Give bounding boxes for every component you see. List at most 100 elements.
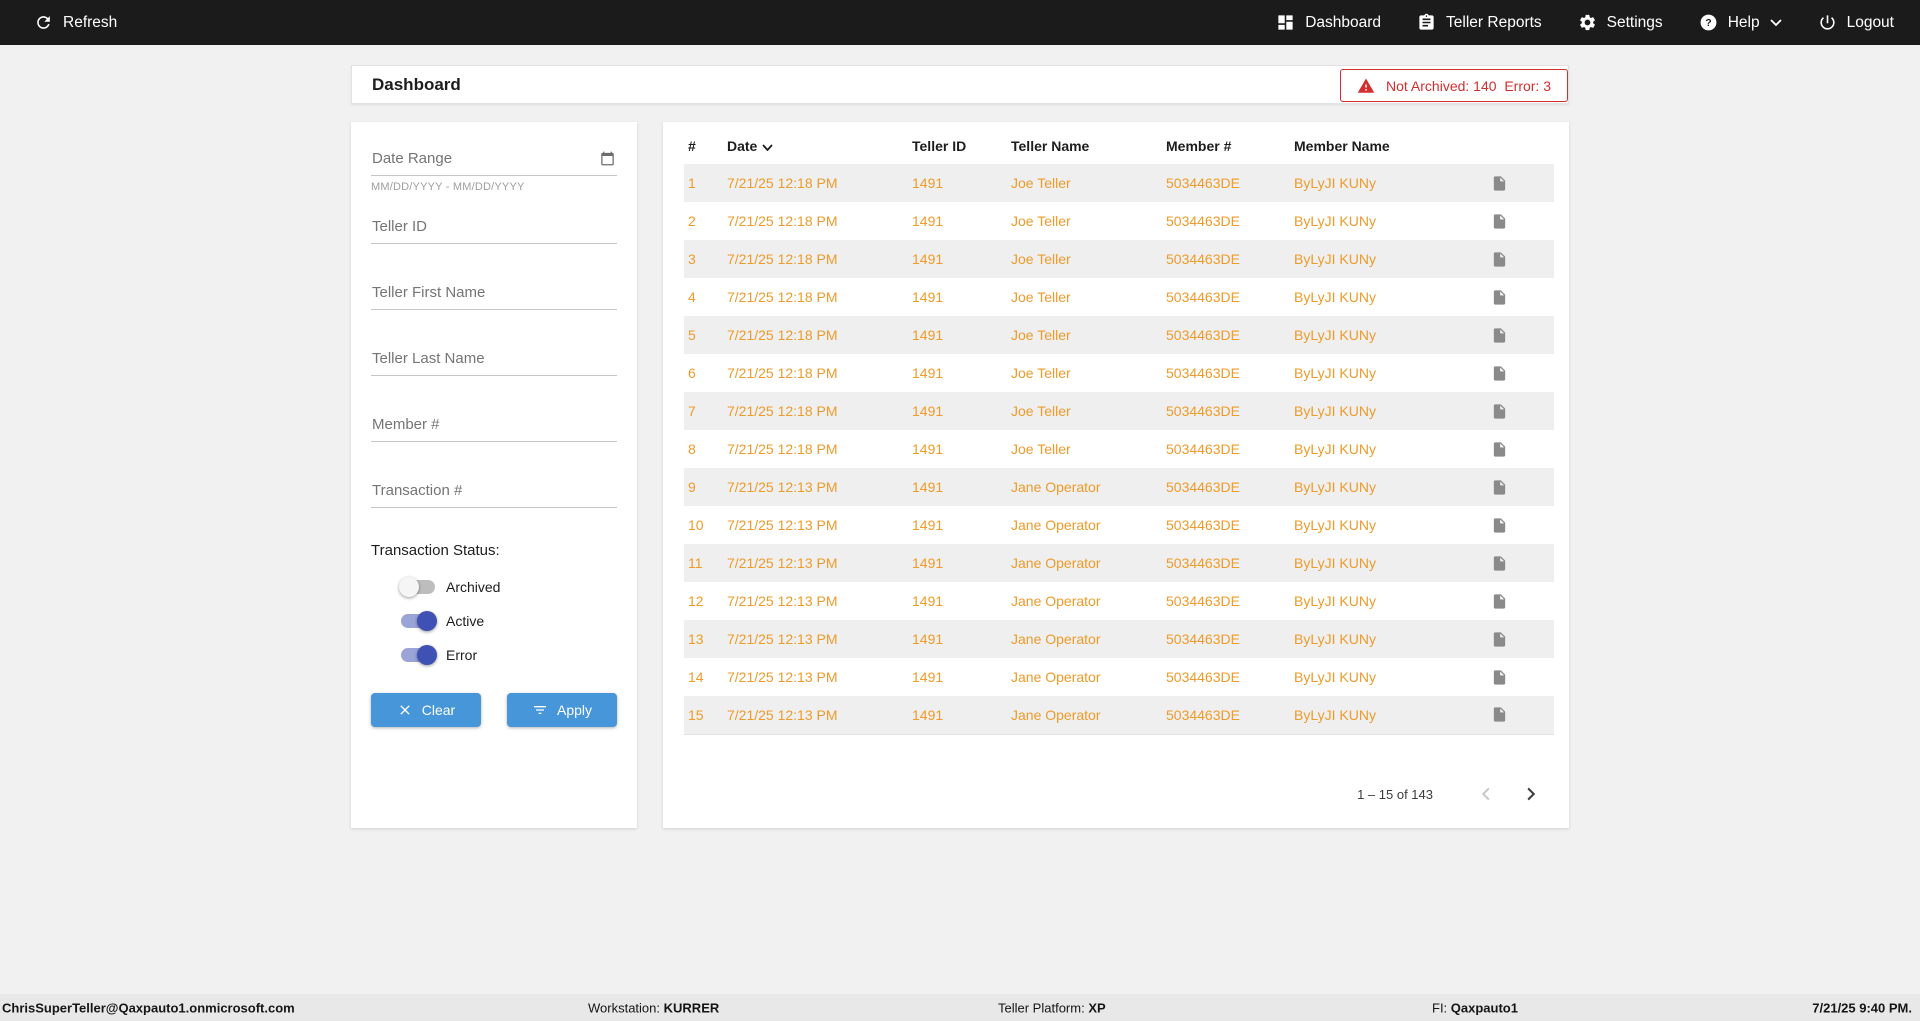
clear-button[interactable]: Clear (371, 693, 481, 727)
table-row[interactable]: 47/21/25 12:18 PM1491Joe Teller5034463DE… (684, 278, 1554, 316)
note-icon[interactable] (1491, 517, 1508, 534)
table-row[interactable]: 57/21/25 12:18 PM1491Joe Teller5034463DE… (684, 316, 1554, 354)
transactions-table-body: 17/21/25 12:18 PM1491Joe Teller5034463DE… (684, 164, 1554, 734)
note-icon[interactable] (1491, 289, 1508, 306)
note-icon[interactable] (1491, 403, 1508, 420)
cell-note (1489, 392, 1554, 430)
cell-member-name: ByLyJI KUNy (1290, 278, 1489, 316)
cell-teller-name: Jane Operator (1007, 544, 1162, 582)
cell-member-num: 5034463DE (1162, 354, 1290, 392)
nav-help-label: Help (1728, 14, 1760, 32)
note-icon[interactable] (1491, 175, 1508, 192)
table-row[interactable]: 27/21/25 12:18 PM1491Joe Teller5034463DE… (684, 202, 1554, 240)
cell-member-name: ByLyJI KUNy (1290, 544, 1489, 582)
calendar-icon[interactable] (600, 151, 615, 166)
note-icon[interactable] (1491, 441, 1508, 458)
toggle-row-archived: Archived (371, 577, 617, 597)
cell-member-name: ByLyJI KUNy (1290, 506, 1489, 544)
table-row[interactable]: 67/21/25 12:18 PM1491Joe Teller5034463DE… (684, 354, 1554, 392)
note-icon[interactable] (1491, 555, 1508, 572)
cell-teller-id: 1491 (908, 582, 1007, 620)
cell-date: 7/21/25 12:18 PM (723, 354, 908, 392)
table-row[interactable]: 127/21/25 12:13 PM1491Jane Operator50344… (684, 582, 1554, 620)
not-archived-error-badge: Not Archived: 140 Error: 3 (1340, 69, 1568, 102)
table-row[interactable]: 37/21/25 12:18 PM1491Joe Teller5034463DE… (684, 240, 1554, 278)
nav-logout-label: Logout (1847, 14, 1894, 32)
transaction-number-input[interactable] (371, 476, 617, 508)
cell-date: 7/21/25 12:13 PM (723, 620, 908, 658)
workstation-value: KURRER (664, 1000, 720, 1015)
note-icon[interactable] (1491, 327, 1508, 344)
cell-teller-id: 1491 (908, 430, 1007, 468)
toggle-error[interactable] (401, 648, 435, 662)
cell-num: 12 (684, 582, 723, 620)
fi-info: FI: Qaxpauto1 (1432, 1000, 1518, 1015)
nav-settings[interactable]: Settings (1578, 13, 1663, 32)
apply-button[interactable]: Apply (507, 693, 617, 727)
cell-teller-id: 1491 (908, 620, 1007, 658)
cell-member-name: ByLyJI KUNy (1290, 430, 1489, 468)
col-date[interactable]: Date (723, 128, 908, 164)
cell-note (1489, 240, 1554, 278)
table-row[interactable]: 117/21/25 12:13 PM1491Jane Operator50344… (684, 544, 1554, 582)
alert-text: Not Archived: 140 Error: 3 (1386, 78, 1551, 94)
note-icon[interactable] (1491, 631, 1508, 648)
table-row[interactable]: 17/21/25 12:18 PM1491Joe Teller5034463DE… (684, 164, 1554, 202)
cell-teller-id: 1491 (908, 354, 1007, 392)
refresh-button[interactable]: Refresh (34, 13, 117, 32)
cell-teller-id: 1491 (908, 202, 1007, 240)
table-row[interactable]: 107/21/25 12:13 PM1491Jane Operator50344… (684, 506, 1554, 544)
table-row[interactable]: 147/21/25 12:13 PM1491Jane Operator50344… (684, 658, 1554, 696)
teller-first-name-field (371, 278, 617, 310)
toggle-thumb (417, 611, 437, 631)
toggle-archived[interactable] (401, 580, 435, 594)
table-row[interactable]: 77/21/25 12:18 PM1491Joe Teller5034463DE… (684, 392, 1554, 430)
cell-note (1489, 316, 1554, 354)
nav-help[interactable]: ? Help (1699, 13, 1782, 32)
status-toggles: ArchivedActiveError (371, 577, 617, 665)
table-row[interactable]: 157/21/25 12:13 PM1491Jane Operator50344… (684, 696, 1554, 734)
nav-dashboard[interactable]: Dashboard (1276, 13, 1381, 32)
fi-label: FI: (1432, 1000, 1447, 1015)
table-row[interactable]: 137/21/25 12:13 PM1491Jane Operator50344… (684, 620, 1554, 658)
table-row[interactable]: 87/21/25 12:18 PM1491Joe Teller5034463DE… (684, 430, 1554, 468)
nav-logout[interactable]: Logout (1818, 13, 1894, 32)
platform-label: Teller Platform: (998, 1000, 1085, 1015)
cell-note (1489, 658, 1554, 696)
toggle-label-error: Error (446, 647, 477, 663)
note-icon[interactable] (1491, 479, 1508, 496)
toggle-active[interactable] (401, 614, 435, 628)
cell-teller-name: Joe Teller (1007, 240, 1162, 278)
cell-teller-name: Joe Teller (1007, 164, 1162, 202)
refresh-label: Refresh (63, 14, 117, 32)
note-icon[interactable] (1491, 706, 1508, 723)
cell-teller-name: Jane Operator (1007, 468, 1162, 506)
cell-member-name: ByLyJI KUNy (1290, 620, 1489, 658)
teller-last-name-input[interactable] (371, 344, 617, 376)
note-icon[interactable] (1491, 669, 1508, 686)
note-icon[interactable] (1491, 251, 1508, 268)
member-number-input[interactable] (371, 410, 617, 442)
cell-teller-id: 1491 (908, 316, 1007, 354)
teller-first-name-input[interactable] (371, 278, 617, 310)
col-number: # (684, 128, 723, 164)
note-icon[interactable] (1491, 213, 1508, 230)
teller-last-name-field (371, 344, 617, 376)
cell-teller-name: Joe Teller (1007, 316, 1162, 354)
cell-teller-name: Joe Teller (1007, 430, 1162, 468)
pagination-range: 1 – 15 of 143 (1357, 787, 1433, 802)
cell-teller-name: Jane Operator (1007, 696, 1162, 734)
next-page-button[interactable] (1519, 782, 1543, 806)
cell-member-num: 5034463DE (1162, 582, 1290, 620)
reports-icon (1417, 13, 1436, 32)
note-icon[interactable] (1491, 593, 1508, 610)
filter-panel: MM/DD/YYYY - MM/DD/YYYY Transaction S (351, 122, 637, 828)
teller-id-input[interactable] (371, 212, 617, 244)
nav-teller-reports[interactable]: Teller Reports (1417, 13, 1542, 32)
date-range-input[interactable] (371, 144, 617, 176)
table-row[interactable]: 97/21/25 12:13 PM1491Jane Operator503446… (684, 468, 1554, 506)
cell-num: 11 (684, 544, 723, 582)
note-icon[interactable] (1491, 365, 1508, 382)
cell-num: 4 (684, 278, 723, 316)
cell-num: 1 (684, 164, 723, 202)
